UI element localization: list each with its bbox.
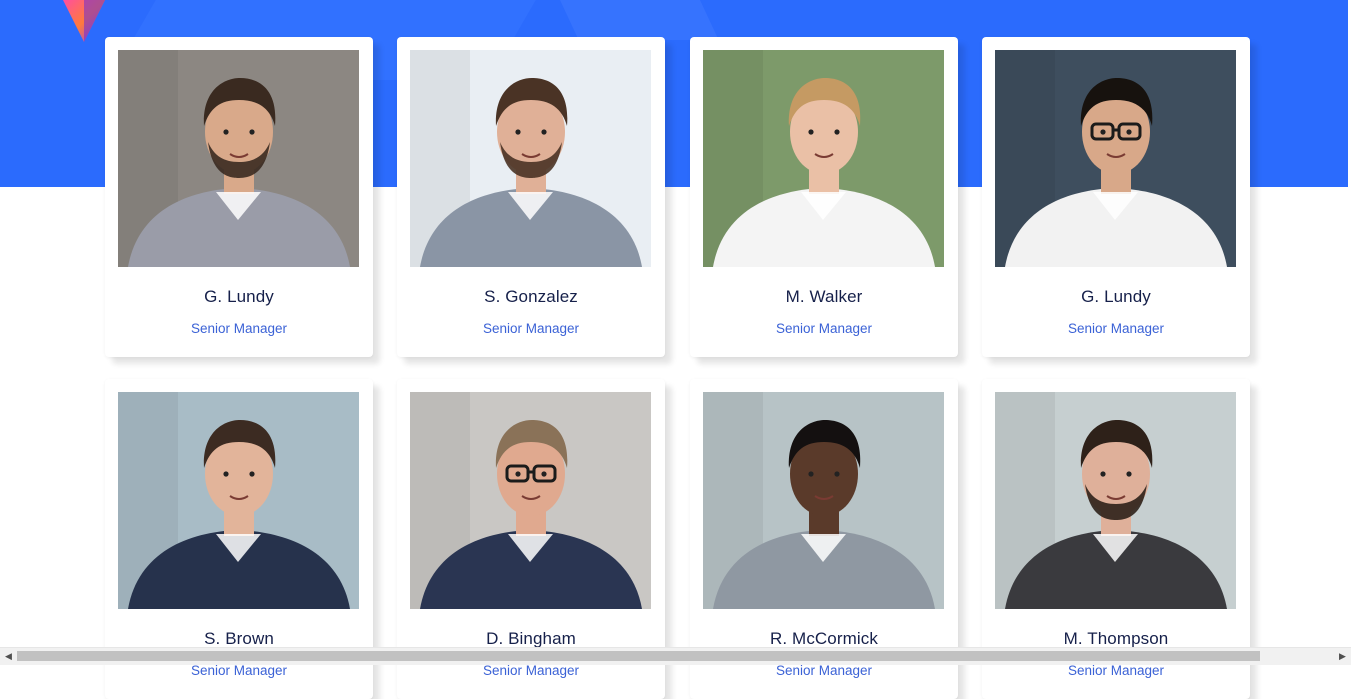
horizontal-scrollbar[interactable]: ◀ ▶ [0,647,1351,665]
team-member-name[interactable]: D. Bingham [397,629,665,649]
team-member-name[interactable]: G. Lundy [105,287,373,307]
team-member-name[interactable]: G. Lundy [982,287,1250,307]
team-member-name[interactable]: S. Brown [105,629,373,649]
team-member-role: Senior Manager [482,321,580,336]
team-member-photo [703,50,944,267]
team-member-role: Senior Manager [482,663,580,678]
team-member-photo [118,392,359,609]
team-member-photo [703,392,944,609]
team-member-name[interactable]: M. Thompson [982,629,1250,649]
team-member-role: Senior Manager [1067,663,1165,678]
team-member-role: Senior Manager [190,663,288,678]
team-member-photo [995,392,1236,609]
team-member-name[interactable]: M. Walker [690,287,958,307]
team-member-photo [118,50,359,267]
scroll-left-arrow-icon[interactable]: ◀ [0,648,17,665]
team-member-role: Senior Manager [775,321,873,336]
team-member-name[interactable]: S. Gonzalez [397,287,665,307]
team-member-photo [410,392,651,609]
team-member-photo [410,50,651,267]
team-member-card[interactable]: S. Gonzalez Senior Manager [397,37,665,357]
team-member-role: Senior Manager [190,321,288,336]
team-member-name[interactable]: R. McCormick [690,629,958,649]
scroll-right-arrow-icon[interactable]: ▶ [1334,648,1351,665]
team-member-card[interactable]: M. Walker Senior Manager [690,37,958,357]
brand-logo-icon[interactable] [63,0,105,42]
hero-decoration [541,0,719,40]
scrollbar-thumb[interactable] [17,651,1260,661]
team-member-role: Senior Manager [775,663,873,678]
team-member-role: Senior Manager [1067,321,1165,336]
team-member-photo [995,50,1236,267]
team-member-card[interactable]: G. Lundy Senior Manager [982,37,1250,357]
team-member-card[interactable]: G. Lundy Senior Manager [105,37,373,357]
